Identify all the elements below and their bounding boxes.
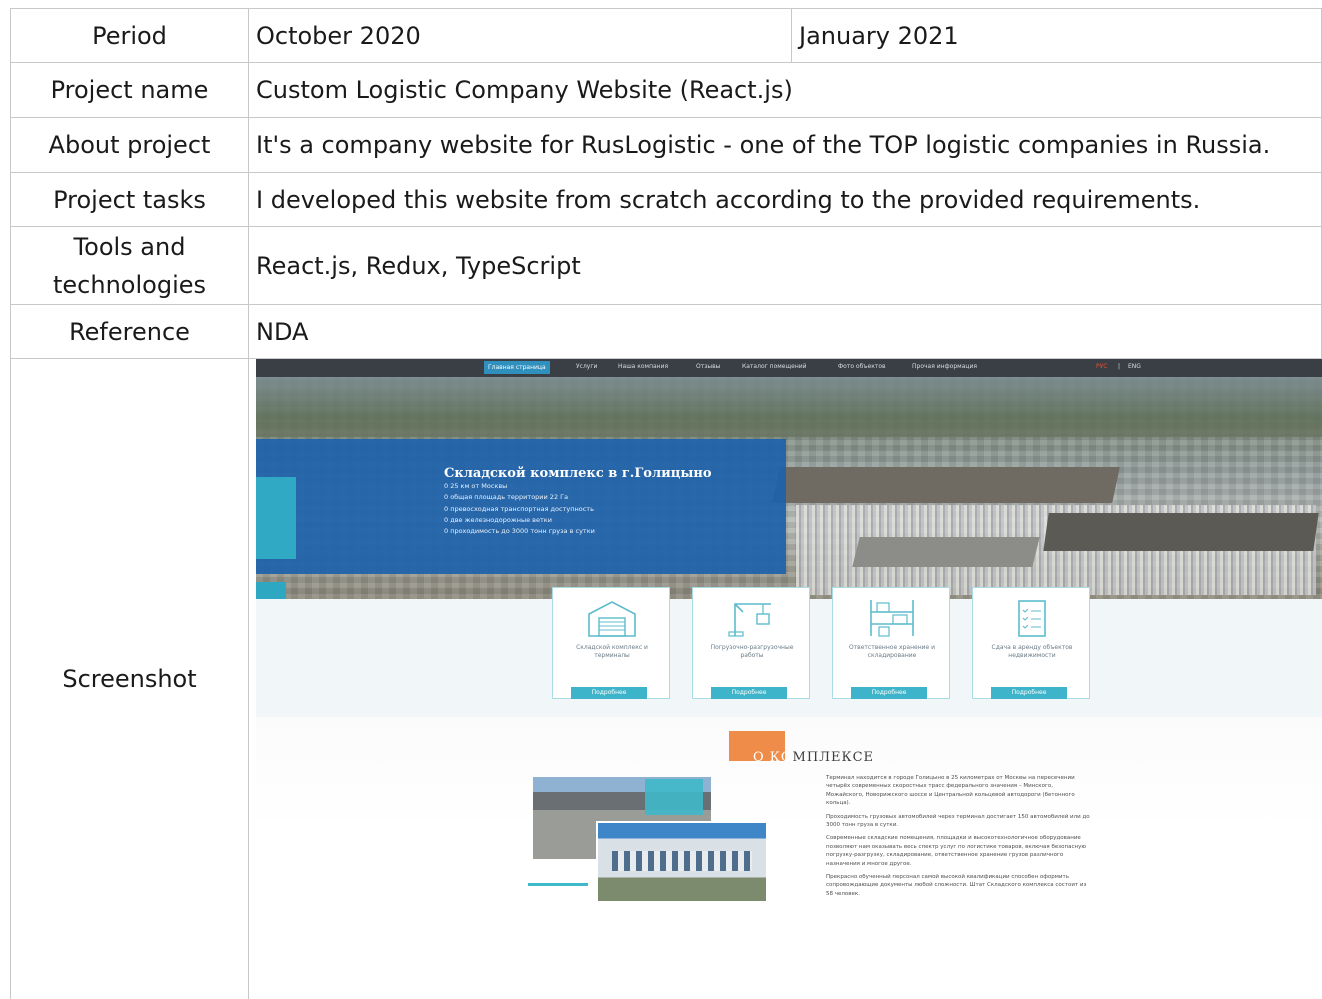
crane-icon	[725, 598, 779, 638]
about-value: It's a company website for RusLogistic -…	[249, 118, 1322, 173]
about-photo-2	[596, 821, 768, 903]
tools-label-line1: Tools and	[18, 228, 241, 266]
row-about: About project It's a company website for…	[11, 118, 1322, 173]
service-card-warehouse: Складской комплекс и терминалы Подробнее	[552, 587, 670, 699]
nav-item-company: Наша компания	[618, 363, 668, 371]
row-period: Period October 2020 January 2021	[11, 9, 1322, 63]
nav-item-catalog: Каталог помещений	[742, 363, 807, 371]
checklist-icon	[1005, 598, 1059, 638]
period-label: Period	[11, 9, 249, 63]
project-name-label: Project name	[11, 63, 249, 118]
period-end: January 2021	[792, 9, 1322, 63]
hero-feature: 0 две железнодорожные ветки	[444, 515, 595, 526]
hero-info-panel: Складской комплекс в г.Голицыно 0 25 км …	[256, 439, 786, 574]
service-card-text: Погрузочно-разгрузочные работы	[699, 644, 805, 660]
tools-value: React.js, Redux, TypeScript	[249, 227, 1322, 305]
reference-value: NDA	[249, 305, 1322, 359]
service-card-button: Подробнее	[711, 687, 787, 699]
hero-accent	[256, 582, 286, 600]
warehouse-icon	[585, 598, 639, 638]
lang-en: ENG	[1128, 363, 1141, 371]
hero-feature: 0 превосходная транспортная доступность	[444, 504, 595, 515]
hero-accent	[256, 477, 296, 559]
row-tools: Tools and technologies React.js, Redux, …	[11, 227, 1322, 305]
project-table: Period October 2020 January 2021 Project…	[10, 8, 1322, 999]
about-paragraph: Прекрасно обученный персонал самой высок…	[826, 873, 1091, 898]
service-card-button: Подробнее	[571, 687, 647, 699]
service-card-loading: Погрузочно-разгрузочные работы Подробнее	[692, 587, 810, 699]
lang-separator: |	[1118, 363, 1120, 371]
about-title-rest: МПЛЕКСЕ	[793, 750, 874, 765]
row-project-name: Project name Custom Logistic Company Web…	[11, 63, 1322, 118]
nav-item-info: Прочая информация	[912, 363, 977, 371]
row-screenshot: Screenshot Главная страница Услуги Наша …	[11, 359, 1322, 999]
about-paragraph: Проходимость грузовых автомобилей через …	[826, 813, 1091, 830]
about-title-highlight: О КО	[753, 750, 793, 765]
tasks-value: I developed this website from scratch ac…	[249, 173, 1322, 227]
hero-feature: 0 проходимость до 3000 тонн груза в сутк…	[444, 526, 595, 537]
about-text: Терминал находится в городе Голицыно в 2…	[826, 774, 1091, 903]
service-card-rent: Сдача в аренду объектов недвижимости Под…	[972, 587, 1090, 699]
about-title: О КОМПЛЕКСЕ	[753, 739, 874, 777]
screenshot-label: Screenshot	[11, 359, 249, 999]
hero-trees	[256, 377, 1322, 437]
photo-accent	[528, 883, 588, 886]
photo-accent	[645, 779, 703, 815]
about-paragraph: Современные складские помещения, площадк…	[826, 834, 1091, 868]
nav-item-photos: Фото объектов	[838, 363, 886, 371]
tools-label-line2: technologies	[18, 266, 241, 304]
row-reference: Reference NDA	[11, 305, 1322, 359]
building-windows	[612, 851, 752, 871]
reference-label: Reference	[11, 305, 249, 359]
hero-warehouse-roof	[852, 537, 1039, 567]
tasks-label: Project tasks	[11, 173, 249, 227]
about-paragraph: Терминал находится в городе Голицыно в 2…	[826, 774, 1091, 808]
row-tasks: Project tasks I developed this website f…	[11, 173, 1322, 227]
service-card-button: Подробнее	[851, 687, 927, 699]
project-name-value: Custom Logistic Company Website (React.j…	[249, 63, 1322, 118]
hero-feature: 0 общая площадь территории 22 Га	[444, 492, 595, 503]
service-card-text: Сдача в аренду объектов недвижимости	[979, 644, 1085, 660]
website-screenshot: Главная страница Услуги Наша компания От…	[256, 359, 1322, 999]
tools-label: Tools and technologies	[11, 227, 249, 305]
hero-warehouse-roof	[1043, 513, 1318, 551]
hero-feature: 0 25 км от Москвы	[444, 481, 595, 492]
nav-item-services: Услуги	[576, 363, 597, 371]
nav-item-home: Главная страница	[484, 361, 550, 374]
site-hero: Складской комплекс в г.Голицыно 0 25 км …	[256, 377, 1322, 599]
service-card-button: Подробнее	[991, 687, 1067, 699]
hero-warehouse-roof	[772, 467, 1120, 503]
shelving-icon	[865, 598, 919, 638]
service-card-text: Складской комплекс и терминалы	[559, 644, 665, 660]
period-start: October 2020	[249, 9, 792, 63]
nav-item-reviews: Отзывы	[696, 363, 720, 371]
site-top-nav: Главная страница Услуги Наша компания От…	[256, 359, 1322, 377]
about-label: About project	[11, 118, 249, 173]
screenshot-cell: Главная страница Услуги Наша компания От…	[249, 359, 1322, 999]
hero-feature-list: 0 25 км от Москвы 0 общая площадь террит…	[444, 481, 595, 537]
service-card-storage: Ответственное хранение и складирование П…	[832, 587, 950, 699]
lang-ru: РУС	[1096, 363, 1107, 371]
service-card-text: Ответственное хранение и складирование	[839, 644, 945, 660]
